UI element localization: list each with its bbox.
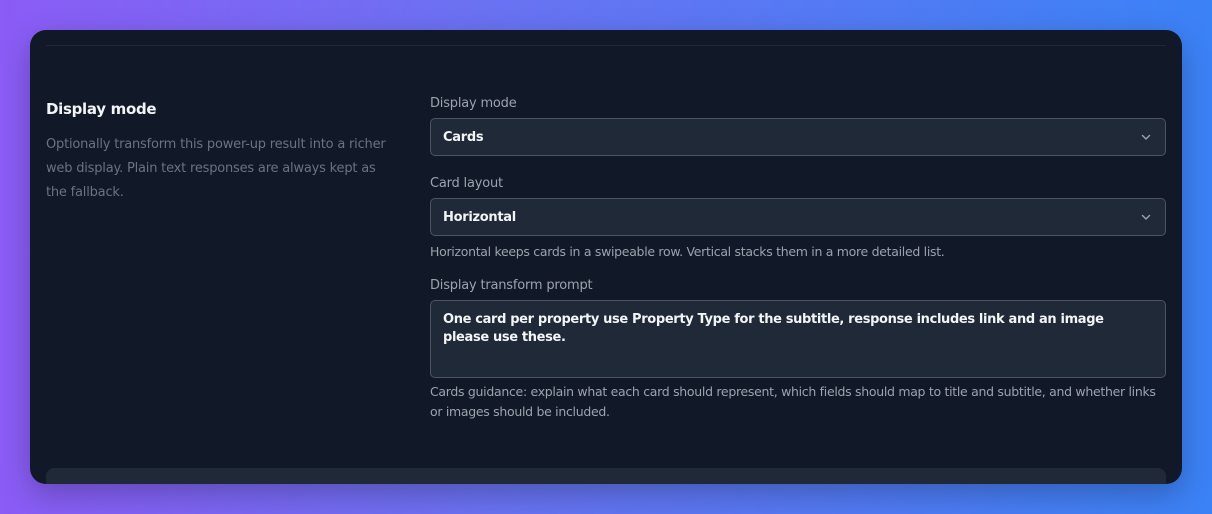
display-mode-label: Display mode — [430, 96, 517, 111]
settings-panel: Display mode Optionally transform this p… — [30, 30, 1182, 484]
card-layout-value: Horizontal — [443, 209, 516, 225]
card-layout-helper: Horizontal keeps cards in a swipeable ro… — [430, 244, 945, 259]
display-mode-select[interactable]: Cards — [430, 118, 1166, 156]
chevron-down-icon — [1139, 130, 1153, 144]
top-divider — [46, 45, 1166, 46]
transform-prompt-field: Display transform prompt One card per pr… — [430, 278, 1166, 422]
card-layout-label: Card layout — [430, 176, 503, 191]
section-description: Optionally transform this power-up resul… — [46, 137, 386, 200]
chevron-down-icon — [1139, 210, 1153, 224]
section-fields: Display mode Cards Card layout Horizonta… — [430, 96, 1166, 422]
display-mode-field: Display mode Cards — [430, 96, 1166, 156]
section-intro: Display mode Optionally transform this p… — [46, 98, 396, 205]
transform-prompt-textarea[interactable]: One card per property use Property Type … — [430, 300, 1166, 378]
card-layout-select[interactable]: Horizontal — [430, 198, 1166, 236]
next-section-card — [46, 468, 1166, 484]
transform-prompt-helper: Cards guidance: explain what each card s… — [430, 384, 1156, 419]
card-layout-field: Card layout Horizontal Horizontal keeps … — [430, 176, 1166, 262]
display-mode-value: Cards — [443, 129, 484, 145]
section-title: Display mode — [46, 100, 157, 118]
transform-prompt-label: Display transform prompt — [430, 278, 593, 293]
